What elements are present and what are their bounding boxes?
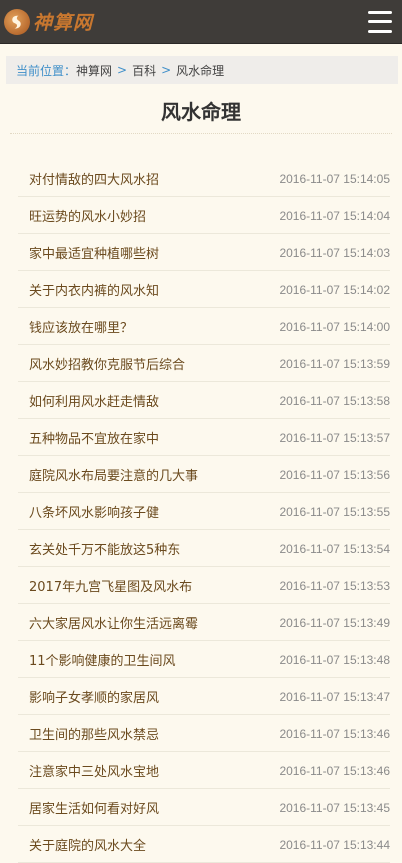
article-date: 2016-11-07 15:13:45 <box>279 800 390 815</box>
site-logo[interactable]: 神算网 <box>4 8 93 35</box>
article-date: 2016-11-07 15:14:02 <box>279 282 390 297</box>
article-date: 2016-11-07 15:13:48 <box>279 652 390 667</box>
breadcrumb-separator: > <box>161 63 172 77</box>
hamburger-menu-icon[interactable] <box>368 10 392 33</box>
article-date: 2016-11-07 15:14:03 <box>279 245 390 260</box>
article-date: 2016-11-07 15:13:57 <box>279 430 390 445</box>
list-item: 卫生间的那些风水禁忌 2016-11-07 15:13:46 <box>18 716 390 752</box>
article-title-link[interactable]: 对付情敌的四大风水招 <box>29 169 159 188</box>
list-item: 对付情敌的四大风水招 2016-11-07 15:14:05 <box>18 161 390 197</box>
list-item: 旺运势的风水小妙招 2016-11-07 15:14:04 <box>18 198 390 234</box>
breadcrumb-label: 当前位置： <box>16 63 77 78</box>
article-title-link[interactable]: 玄关处千万不能放这5种东 <box>29 539 180 558</box>
article-title-link[interactable]: 六大家居风水让你生活远离霉 <box>29 613 198 632</box>
article-title-link[interactable]: 注意家中三处风水宝地 <box>29 761 159 780</box>
list-item: 八条坏风水影响孩子健 2016-11-07 15:13:55 <box>18 494 390 530</box>
article-date: 2016-11-07 15:13:49 <box>279 615 390 630</box>
list-item: 注意家中三处风水宝地 2016-11-07 15:13:46 <box>18 753 390 789</box>
article-date: 2016-11-07 15:14:00 <box>279 319 390 334</box>
article-title-link[interactable]: 2017年九宫飞星图及风水布 <box>29 576 192 595</box>
article-title-link[interactable]: 家中最适宜种植哪些树 <box>29 243 159 262</box>
article-title-link[interactable]: 关于内衣内裤的风水知 <box>29 280 159 299</box>
article-title-link[interactable]: 11个影响健康的卫生间风 <box>29 650 176 669</box>
list-item: 五种物品不宜放在家中 2016-11-07 15:13:57 <box>18 420 390 456</box>
article-title-link[interactable]: 影响子女孝顺的家居风 <box>29 687 159 706</box>
article-title-link[interactable]: 旺运势的风水小妙招 <box>29 206 146 225</box>
logo-emblem-icon <box>4 8 30 35</box>
article-date: 2016-11-07 15:14:05 <box>279 171 390 186</box>
list-item: 家中最适宜种植哪些树 2016-11-07 15:14:03 <box>18 235 390 271</box>
article-date: 2016-11-07 15:13:54 <box>279 541 390 556</box>
article-date: 2016-11-07 15:13:44 <box>279 837 390 852</box>
page-title: 风水命理 <box>10 96 392 134</box>
article-title-link[interactable]: 居家生活如何看对好风 <box>29 798 159 817</box>
article-title-link[interactable]: 风水妙招教你克服节后综合 <box>29 354 185 373</box>
breadcrumb: 当前位置： 神算网 > 百科 > 风水命理 <box>6 56 398 84</box>
article-title-link[interactable]: 庭院风水布局要注意的几大事 <box>29 465 198 484</box>
list-item: 关于内衣内裤的风水知 2016-11-07 15:14:02 <box>18 272 390 308</box>
article-date: 2016-11-07 15:13:46 <box>279 726 390 741</box>
breadcrumb-home[interactable]: 神算网 <box>76 62 112 79</box>
article-date: 2016-11-07 15:13:47 <box>279 689 390 704</box>
article-title-link[interactable]: 五种物品不宜放在家中 <box>29 428 159 447</box>
list-item: 影响子女孝顺的家居风 2016-11-07 15:13:47 <box>18 679 390 715</box>
article-date: 2016-11-07 15:13:59 <box>279 356 390 371</box>
article-date: 2016-11-07 15:13:55 <box>279 504 390 519</box>
list-item: 风水妙招教你克服节后综合 2016-11-07 15:13:59 <box>18 346 390 382</box>
breadcrumb-current[interactable]: 风水命理 <box>176 62 224 79</box>
list-item: 11个影响健康的卫生间风 2016-11-07 15:13:48 <box>18 642 390 678</box>
article-list: 对付情敌的四大风水招 2016-11-07 15:14:05 旺运势的风水小妙招 2… <box>18 161 390 863</box>
top-header: 神算网 <box>0 0 402 44</box>
list-item: 居家生活如何看对好风 2016-11-07 15:13:45 <box>18 790 390 826</box>
logo-text: 神算网 <box>33 12 94 34</box>
article-title-link[interactable]: 如何利用风水赶走情敌 <box>29 391 159 410</box>
list-item: 关于庭院的风水大全 2016-11-07 15:13:44 <box>18 827 390 863</box>
breadcrumb-separator: > <box>117 63 128 77</box>
article-title-link[interactable]: 卫生间的那些风水禁忌 <box>29 724 159 743</box>
article-date: 2016-11-07 15:13:46 <box>279 763 390 778</box>
breadcrumb-baike[interactable]: 百科 <box>132 62 156 79</box>
article-date: 2016-11-07 15:13:53 <box>279 578 390 593</box>
article-title-link[interactable]: 关于庭院的风水大全 <box>29 835 146 854</box>
list-item: 2017年九宫飞星图及风水布 2016-11-07 15:13:53 <box>18 568 390 604</box>
list-item: 玄关处千万不能放这5种东 2016-11-07 15:13:54 <box>18 531 390 567</box>
list-item: 庭院风水布局要注意的几大事 2016-11-07 15:13:56 <box>18 457 390 493</box>
list-item: 如何利用风水赶走情敌 2016-11-07 15:13:58 <box>18 383 390 419</box>
article-title-link[interactable]: 八条坏风水影响孩子健 <box>29 502 159 521</box>
article-title-link[interactable]: 钱应该放在哪里？ <box>29 317 133 336</box>
article-date: 2016-11-07 15:14:04 <box>279 208 390 223</box>
article-date: 2016-11-07 15:13:58 <box>279 393 390 408</box>
list-item: 六大家居风水让你生活远离霉 2016-11-07 15:13:49 <box>18 605 390 641</box>
list-item: 钱应该放在哪里？ 2016-11-07 15:14:00 <box>18 309 390 345</box>
article-date: 2016-11-07 15:13:56 <box>279 467 390 482</box>
